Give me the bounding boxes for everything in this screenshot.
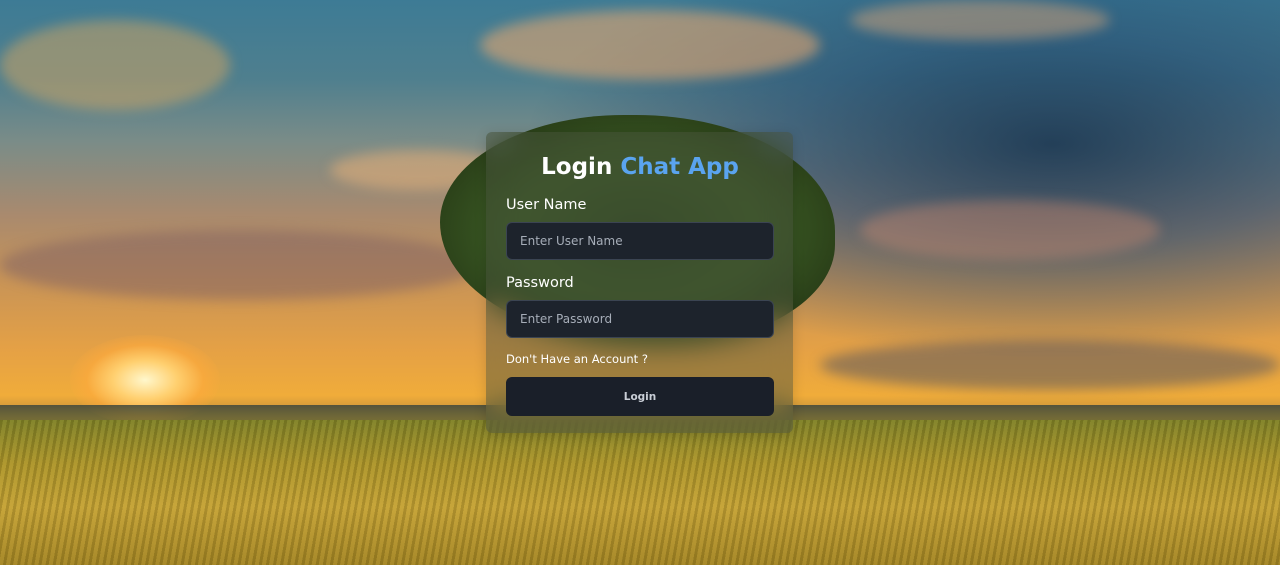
page-title: Login Chat App xyxy=(506,152,774,182)
cloud xyxy=(820,340,1280,390)
cloud xyxy=(480,10,820,80)
signup-link[interactable]: Don't Have an Account ? xyxy=(506,351,774,367)
username-label: User Name xyxy=(506,197,587,213)
background-landscape: Login Chat App User Name Password Don't … xyxy=(0,0,1280,565)
title-prefix: Login xyxy=(541,154,613,180)
cloud xyxy=(850,0,1110,40)
cloud xyxy=(0,230,480,300)
cloud xyxy=(860,200,1160,260)
cloud xyxy=(0,20,230,110)
login-card: Login Chat App User Name Password Don't … xyxy=(486,132,793,433)
password-label: Password xyxy=(506,275,574,291)
username-input[interactable] xyxy=(506,222,774,260)
password-input[interactable] xyxy=(506,300,774,338)
login-button[interactable]: Login xyxy=(506,377,774,416)
wheat-field xyxy=(0,420,1280,565)
title-accent: Chat App xyxy=(620,154,739,180)
